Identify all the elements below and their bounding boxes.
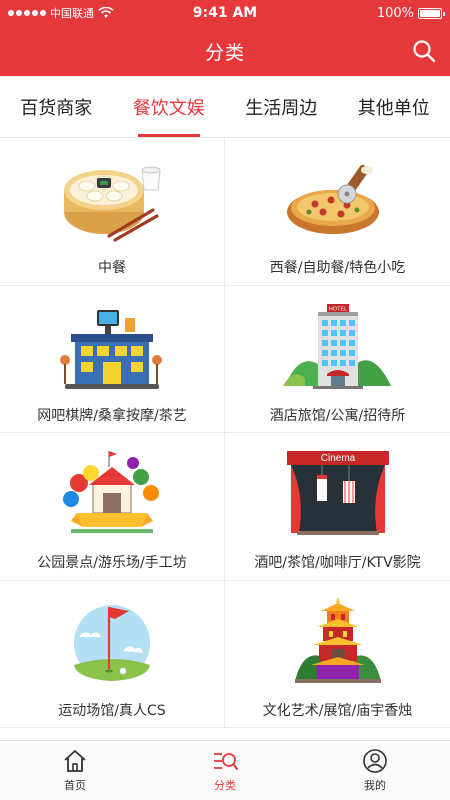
category-sports-venue[interactable]: 运动场馆/真人CS bbox=[0, 580, 225, 728]
search-icon[interactable] bbox=[412, 39, 436, 63]
home-icon bbox=[64, 750, 86, 772]
profile-icon bbox=[363, 749, 387, 773]
category-hotel[interactable]: HOTEL 酒店旅馆/公寓/招待所 bbox=[225, 286, 450, 433]
category-label: 文化艺术/展馆/庙宇香烛 bbox=[262, 702, 413, 719]
tab-other-units[interactable]: 其他单位 bbox=[338, 76, 450, 137]
netcafe-building-icon bbox=[57, 298, 167, 393]
category-culture-art[interactable]: 文化艺术/展馆/庙宇香烛 bbox=[225, 581, 450, 728]
category-label: 西餐/自助餐/特色小吃 bbox=[269, 260, 406, 276]
category-label: 网吧棋牌/桑拿按摩/茶艺 bbox=[37, 407, 187, 424]
battery-icon bbox=[418, 7, 445, 19]
hotel-icon: HOTEL bbox=[282, 298, 393, 393]
status-right: 100% bbox=[376, 5, 445, 21]
category-chinese-food[interactable]: 中餐 bbox=[0, 138, 225, 286]
cinema-sign-text: Cinema bbox=[320, 453, 355, 464]
category-netcafe-sauna-tea[interactable]: 网吧棋牌/桑拿按摩/茶艺 bbox=[0, 285, 225, 433]
category-label: 酒店旅馆/公寓/招待所 bbox=[269, 407, 406, 424]
category-park-amusement[interactable]: 公园景点/游乐场/手工坊 bbox=[0, 433, 225, 581]
tab-dining-entertainment[interactable]: 餐饮文娱 bbox=[113, 76, 226, 137]
category-label: 酒吧/茶馆/咖啡厅/KTV影院 bbox=[254, 555, 421, 571]
category-western-food[interactable]: 西餐/自助餐/特色小吃 bbox=[225, 138, 450, 286]
category-bar-cafe-ktv-cinema[interactable]: Cinema 酒吧/茶馆/咖啡厅/KTV影院 bbox=[225, 433, 450, 581]
tabbar-home-label: 首页 bbox=[64, 779, 86, 792]
status-left: 中国联通 bbox=[8, 5, 377, 21]
tabbar-category[interactable]: 分类 bbox=[150, 741, 300, 800]
bottom-tab-bar: 首页 分类 我的 bbox=[0, 740, 450, 800]
category-grid: 中餐 西餐/自助餐/特色小吃 网吧棋牌/桑拿按摩/茶艺 HOTEL 酒店旅馆/公… bbox=[0, 138, 450, 728]
tabbar-profile-label: 我的 bbox=[364, 779, 386, 792]
status-bar: 中国联通 9:41 AM 100% bbox=[0, 0, 450, 26]
wifi-icon bbox=[98, 7, 114, 18]
tabbar-profile[interactable]: 我的 bbox=[300, 741, 450, 800]
cinema-icon: Cinema bbox=[283, 445, 393, 540]
golf-flag-icon bbox=[57, 593, 167, 688]
category-label: 运动场馆/真人CS bbox=[58, 702, 166, 719]
category-label: 公园景点/游乐场/手工坊 bbox=[37, 555, 187, 571]
category-label: 中餐 bbox=[98, 260, 126, 276]
category-icon bbox=[214, 753, 238, 770]
tabbar-home[interactable]: 首页 bbox=[0, 741, 150, 800]
pagoda-icon bbox=[283, 593, 393, 688]
carrier-label: 中国联通 bbox=[50, 7, 94, 20]
category-tabs: 百货商家 餐饮文娱 生活周边 其他单位 bbox=[0, 76, 450, 138]
battery-percent: 100% bbox=[376, 5, 414, 21]
amusement-park-icon bbox=[57, 445, 167, 540]
battery-fill bbox=[420, 9, 440, 17]
nav-bar: 分类 bbox=[0, 26, 450, 76]
tabbar-category-label: 分类 bbox=[214, 779, 236, 792]
pizza-icon bbox=[283, 150, 393, 245]
hotel-sign-text: HOTEL bbox=[328, 306, 346, 312]
signal-strength-icon bbox=[8, 10, 46, 16]
dumplings-icon bbox=[57, 150, 167, 245]
tab-department-stores[interactable]: 百货商家 bbox=[0, 76, 113, 137]
tab-life-services[interactable]: 生活周边 bbox=[225, 76, 338, 137]
page-title: 分类 bbox=[204, 41, 245, 64]
